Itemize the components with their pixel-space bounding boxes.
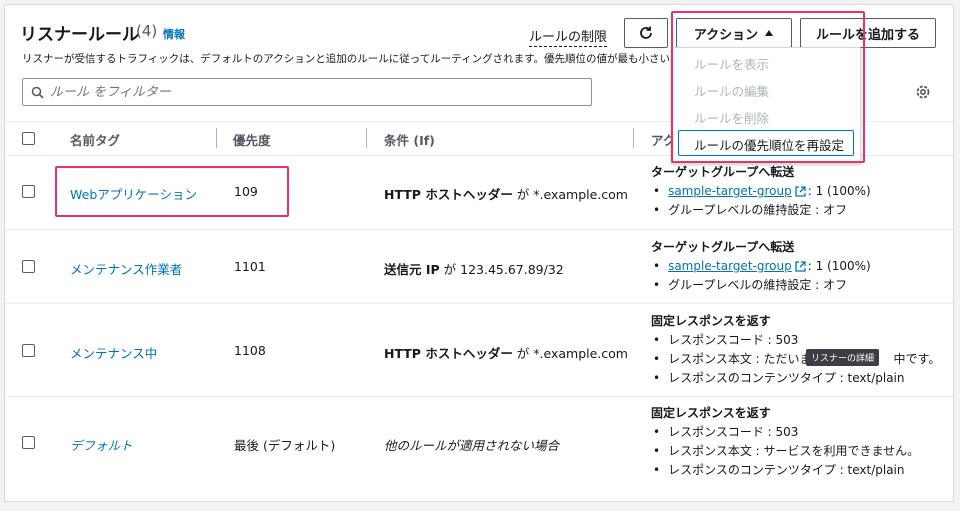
- divider: [5, 303, 953, 304]
- response-body-text: レスポンス本文 : ただいま: [668, 352, 812, 366]
- column-header-priority[interactable]: 優先度: [233, 130, 271, 149]
- description-text: リスナーが受信するトラフィックは、デフォルトのアクションと追加のルールに従ってル…: [22, 53, 671, 65]
- listener-details-tooltip: リスナーの詳細: [806, 349, 880, 366]
- stickiness-item: グループレベルの維持設定 : オフ: [651, 201, 871, 220]
- target-weight: : 1 (100%): [807, 259, 871, 273]
- action-title: ターゲットグループへ転送: [651, 165, 795, 179]
- select-all-checkbox[interactable]: [22, 132, 35, 145]
- content-type-item: レスポンスのコンテンツタイプ : text/plain: [651, 461, 919, 480]
- info-link[interactable]: 情報: [163, 26, 185, 42]
- menu-item-reprioritize-rules[interactable]: ルールの優先順位を再設定: [678, 130, 854, 156]
- condition-value: が *.example.com: [512, 346, 628, 361]
- response-code-item: レスポンスコード : 503: [651, 423, 919, 442]
- rule-limit-link[interactable]: ルールの制限: [529, 26, 608, 47]
- target-weight: : 1 (100%): [807, 184, 871, 198]
- rule-priority: 1101: [234, 259, 266, 274]
- action-title: 固定レスポンスを返す: [651, 406, 771, 420]
- rule-condition: 送信元 IP が 123.45.67.89/32: [384, 259, 564, 278]
- condition-type: HTTP ホストヘッダー: [384, 187, 513, 202]
- rule-filter[interactable]: [22, 78, 592, 106]
- action-button[interactable]: アクション: [676, 18, 792, 48]
- condition-type: HTTP ホストヘッダー: [384, 346, 513, 361]
- target-group-item: sample-target-group : 1 (100%): [651, 182, 871, 201]
- gear-icon[interactable]: [914, 83, 932, 101]
- search-icon: [31, 86, 44, 99]
- action-button-label: アクション: [693, 27, 759, 43]
- target-group-link[interactable]: sample-target-group: [668, 259, 792, 273]
- search-input[interactable]: [50, 84, 570, 100]
- row-checkbox[interactable]: [22, 260, 35, 273]
- refresh-icon: [638, 25, 654, 41]
- row-checkbox[interactable]: [22, 185, 35, 198]
- row-checkbox[interactable]: [22, 344, 35, 357]
- rule-action: 固定レスポンスを返す レスポンスコード : 503 レスポンス本文 : サービス…: [651, 404, 919, 480]
- rule-action: ターゲットグループへ転送 sample-target-group : 1 (100…: [651, 163, 871, 220]
- rule-action: ターゲットグループへ転送 sample-target-group : 1 (100…: [651, 238, 871, 295]
- response-body-item: レスポンス本文 : サービスを利用できません。: [651, 442, 919, 461]
- divider: [5, 396, 953, 397]
- target-group-link[interactable]: sample-target-group: [668, 184, 792, 198]
- menu-item-view-rule[interactable]: ルールを表示: [694, 54, 769, 73]
- page-title: リスナールール: [20, 25, 139, 45]
- column-divider[interactable]: [633, 128, 634, 148]
- condition-value: が 123.45.67.89/32: [439, 262, 564, 277]
- add-rule-button[interactable]: ルールを追加する: [800, 18, 936, 48]
- rule-condition: HTTP ホストヘッダー が *.example.com: [384, 343, 628, 362]
- response-body-tail: 中です。: [893, 352, 941, 366]
- action-title: ターゲットグループへ転送: [651, 240, 795, 254]
- stickiness-item: グループレベルの維持設定 : オフ: [651, 276, 871, 295]
- column-divider[interactable]: [366, 128, 367, 148]
- rule-priority: 最後 (デフォルト): [234, 438, 336, 453]
- rule-condition: HTTP ホストヘッダー が *.example.com: [384, 184, 628, 203]
- rule-action: 固定レスポンスを返す レスポンスコード : 503 レスポンス本文 : ただいま…: [651, 312, 940, 388]
- rule-name-link[interactable]: Webアプリケーション: [70, 184, 197, 203]
- action-dropdown-menu: ルールを表示 ルールの編集 ルールを削除 ルールの優先順位を再設定: [671, 47, 861, 164]
- action-title: 固定レスポンスを返す: [651, 314, 771, 328]
- column-divider[interactable]: [216, 128, 217, 148]
- condition-type: 送信元 IP: [384, 262, 440, 277]
- rule-priority: 1108: [234, 343, 266, 358]
- content-type-item: レスポンスのコンテンツタイプ : text/plain: [651, 369, 940, 388]
- target-group-item: sample-target-group : 1 (100%): [651, 257, 871, 276]
- rule-condition: 他のルールが適用されない場合: [384, 438, 560, 453]
- caret-up-icon: [764, 29, 774, 37]
- external-link-icon[interactable]: [795, 186, 806, 197]
- divider: [5, 229, 953, 230]
- menu-item-edit-rule[interactable]: ルールの編集: [694, 81, 769, 100]
- rule-priority: 109: [234, 184, 258, 199]
- column-header-condition[interactable]: 条件 (If): [384, 130, 435, 149]
- response-body-item: レスポンス本文 : ただいま 中です。: [651, 350, 940, 369]
- response-code-item: レスポンスコード : 503: [651, 331, 940, 350]
- rule-name-link[interactable]: メンテナンス中: [70, 343, 157, 362]
- refresh-button[interactable]: [624, 18, 668, 48]
- rule-name-link[interactable]: メンテナンス作業者: [70, 259, 182, 278]
- condition-value: が *.example.com: [512, 187, 628, 202]
- rule-count: (4): [136, 22, 158, 40]
- column-header-name[interactable]: 名前タグ: [70, 130, 120, 149]
- external-link-icon[interactable]: [795, 261, 806, 272]
- row-checkbox[interactable]: [22, 436, 35, 449]
- rule-name-link[interactable]: デフォルト: [70, 435, 133, 454]
- menu-item-delete-rule[interactable]: ルールを削除: [694, 108, 769, 127]
